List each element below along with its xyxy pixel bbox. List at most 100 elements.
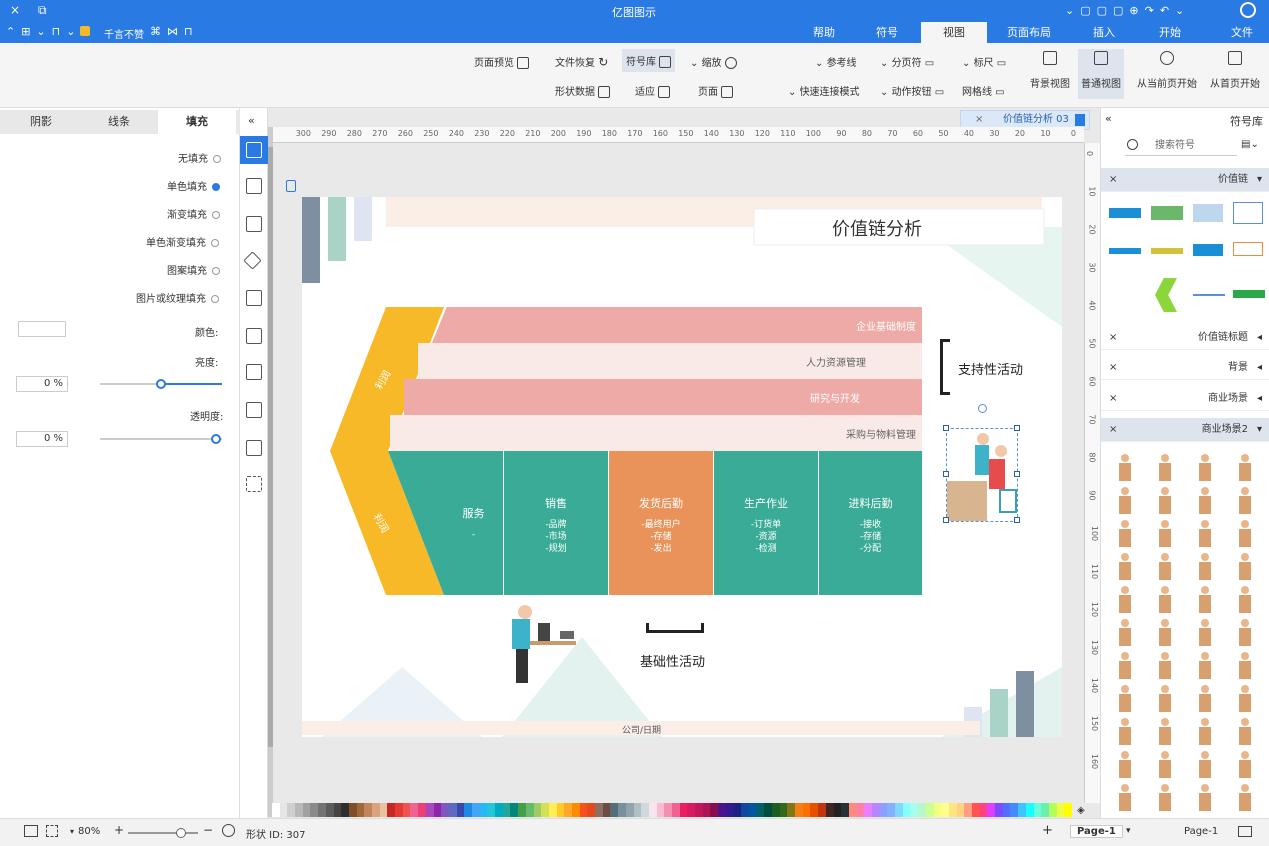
palette-swatch[interactable] [910, 803, 919, 817]
palette-swatch[interactable] [402, 803, 411, 817]
business-figure-icon[interactable] [1157, 718, 1173, 746]
palette-swatch[interactable] [295, 803, 303, 817]
palette-swatch[interactable] [818, 803, 826, 817]
palette-swatch[interactable] [1064, 803, 1072, 817]
palette-swatch[interactable] [464, 803, 472, 817]
add-page-button[interactable]: + [1042, 823, 1053, 838]
palette-swatch[interactable] [733, 803, 742, 817]
palette-swatch[interactable] [487, 803, 496, 817]
arrow-green-icon[interactable] [1233, 290, 1265, 298]
business-figure-icon[interactable] [1197, 520, 1213, 548]
palette-swatch[interactable] [672, 803, 680, 817]
business-figure-icon[interactable] [1237, 685, 1253, 713]
palette-swatch[interactable] [1002, 803, 1011, 817]
palette-swatch[interactable] [433, 803, 442, 817]
slider-handle[interactable] [156, 379, 166, 389]
business-figure-icon[interactable] [1117, 718, 1133, 746]
palette-swatch[interactable] [918, 803, 926, 817]
page-button[interactable]: 页面 [698, 83, 734, 98]
color-picker[interactable] [18, 321, 66, 337]
table-icon[interactable] [246, 364, 262, 380]
from-first-button[interactable]: 从首页开始 [1205, 51, 1265, 90]
palette-swatch[interactable] [533, 803, 542, 817]
business-figure-icon[interactable] [1117, 553, 1133, 581]
palette-swatch[interactable] [810, 803, 819, 817]
fullscreen-icon[interactable] [46, 825, 58, 837]
close-icon[interactable]: × [10, 3, 20, 17]
palette-swatch[interactable] [1018, 803, 1026, 817]
resize-handle[interactable] [943, 425, 949, 431]
palette-swatch[interactable] [1033, 803, 1042, 817]
support-row[interactable]: 研究与开发 [404, 379, 922, 415]
business-figure-icon[interactable] [1117, 784, 1133, 812]
palette-swatch[interactable] [941, 803, 949, 817]
close-icon[interactable]: × [1109, 356, 1117, 380]
palette-swatch[interactable] [802, 803, 811, 817]
palette-swatch[interactable] [972, 803, 980, 817]
page-preview-button[interactable]: 页面预览 [474, 54, 530, 69]
business-figure-icon[interactable] [1237, 586, 1253, 614]
palette-swatch[interactable] [395, 803, 403, 817]
expand-icon[interactable]: « [1105, 112, 1112, 125]
palette-swatch[interactable] [648, 803, 657, 817]
palette-swatch[interactable] [948, 803, 957, 817]
support-row[interactable]: 人力资源管理 [418, 343, 922, 379]
palette-swatch[interactable] [272, 803, 280, 817]
palette-swatch[interactable] [1041, 803, 1049, 817]
palette-swatch[interactable] [525, 803, 534, 817]
palette-swatch[interactable] [610, 803, 619, 817]
palette-swatch[interactable] [887, 803, 896, 817]
business-figure-icon[interactable] [1157, 553, 1173, 581]
palette-swatch[interactable] [279, 803, 288, 817]
palette-swatch[interactable] [795, 803, 803, 817]
palette-swatch[interactable] [987, 803, 996, 817]
category-business-scene-2[interactable]: × 商业场景2 ▾ [1101, 418, 1269, 442]
grid-icon[interactable] [246, 178, 262, 194]
palette-swatch[interactable] [664, 803, 672, 817]
palette-swatch[interactable] [695, 803, 703, 817]
palette-swatch[interactable] [518, 803, 526, 817]
category-value-chain[interactable]: × 价值链 ▾ [1101, 168, 1269, 192]
tab-insert[interactable]: 插入 [1080, 22, 1128, 43]
palette-swatch[interactable] [418, 803, 426, 817]
collapse-icon[interactable]: « [248, 114, 255, 127]
palette-swatch[interactable] [548, 803, 557, 817]
table-shape-icon[interactable] [1151, 206, 1183, 220]
primary-col[interactable]: 进料后勤 -接收 -存储 -分配 [818, 451, 922, 595]
action-button-checkbox[interactable]: ⌄ 动作按钮 ▭ [880, 83, 944, 98]
restore-icon[interactable]: ⧉ [38, 3, 47, 18]
zoom-in-button[interactable]: + [114, 823, 124, 837]
business-figure-icon[interactable] [1197, 454, 1213, 482]
page-icon[interactable] [246, 290, 262, 306]
palette-swatch[interactable] [833, 803, 842, 817]
palette-swatch[interactable] [656, 803, 665, 817]
palette-swatch[interactable] [864, 803, 872, 817]
palette-swatch[interactable] [287, 803, 296, 817]
business-figure-icon[interactable] [1237, 652, 1253, 680]
color-palette[interactable] [272, 803, 1084, 817]
zoom-button[interactable]: ⌄ 缩放 [690, 54, 737, 69]
fill-option-none[interactable]: 无填充 [178, 150, 221, 165]
business-figure-icon[interactable] [1237, 487, 1253, 515]
comment-icon[interactable] [246, 440, 262, 456]
business-figure-icon[interactable] [1197, 553, 1213, 581]
palette-swatch[interactable] [387, 803, 396, 817]
palette-swatch[interactable] [595, 803, 603, 817]
palette-swatch[interactable] [502, 803, 511, 817]
business-figure-icon[interactable] [1157, 784, 1173, 812]
quick-access-toolbar[interactable]: ⌃⊞⌄⊓⌄ [6, 25, 81, 38]
gridlines-checkbox[interactable]: 网格线 ▭ [962, 83, 1005, 98]
fit-screen-icon[interactable] [246, 476, 262, 492]
fill-option-picture[interactable]: 图片或纹理填充 [136, 290, 219, 305]
quick-tools[interactable]: ⌘⋈⊓ [150, 25, 199, 38]
palette-swatch[interactable] [748, 803, 757, 817]
tab-shadow[interactable]: 阴影 [2, 110, 80, 134]
category-background[interactable]: × 背景 ◂ [1101, 356, 1269, 380]
resize-handle[interactable] [1014, 425, 1020, 431]
business-figure-icon[interactable] [1157, 586, 1173, 614]
tab-help[interactable]: 帮助 [800, 22, 848, 43]
tab-symbol[interactable]: 符号 [863, 22, 911, 43]
palette-swatch[interactable] [572, 803, 580, 817]
palette-swatch[interactable] [356, 803, 365, 817]
chevron-shape-icon[interactable] [1109, 208, 1141, 218]
